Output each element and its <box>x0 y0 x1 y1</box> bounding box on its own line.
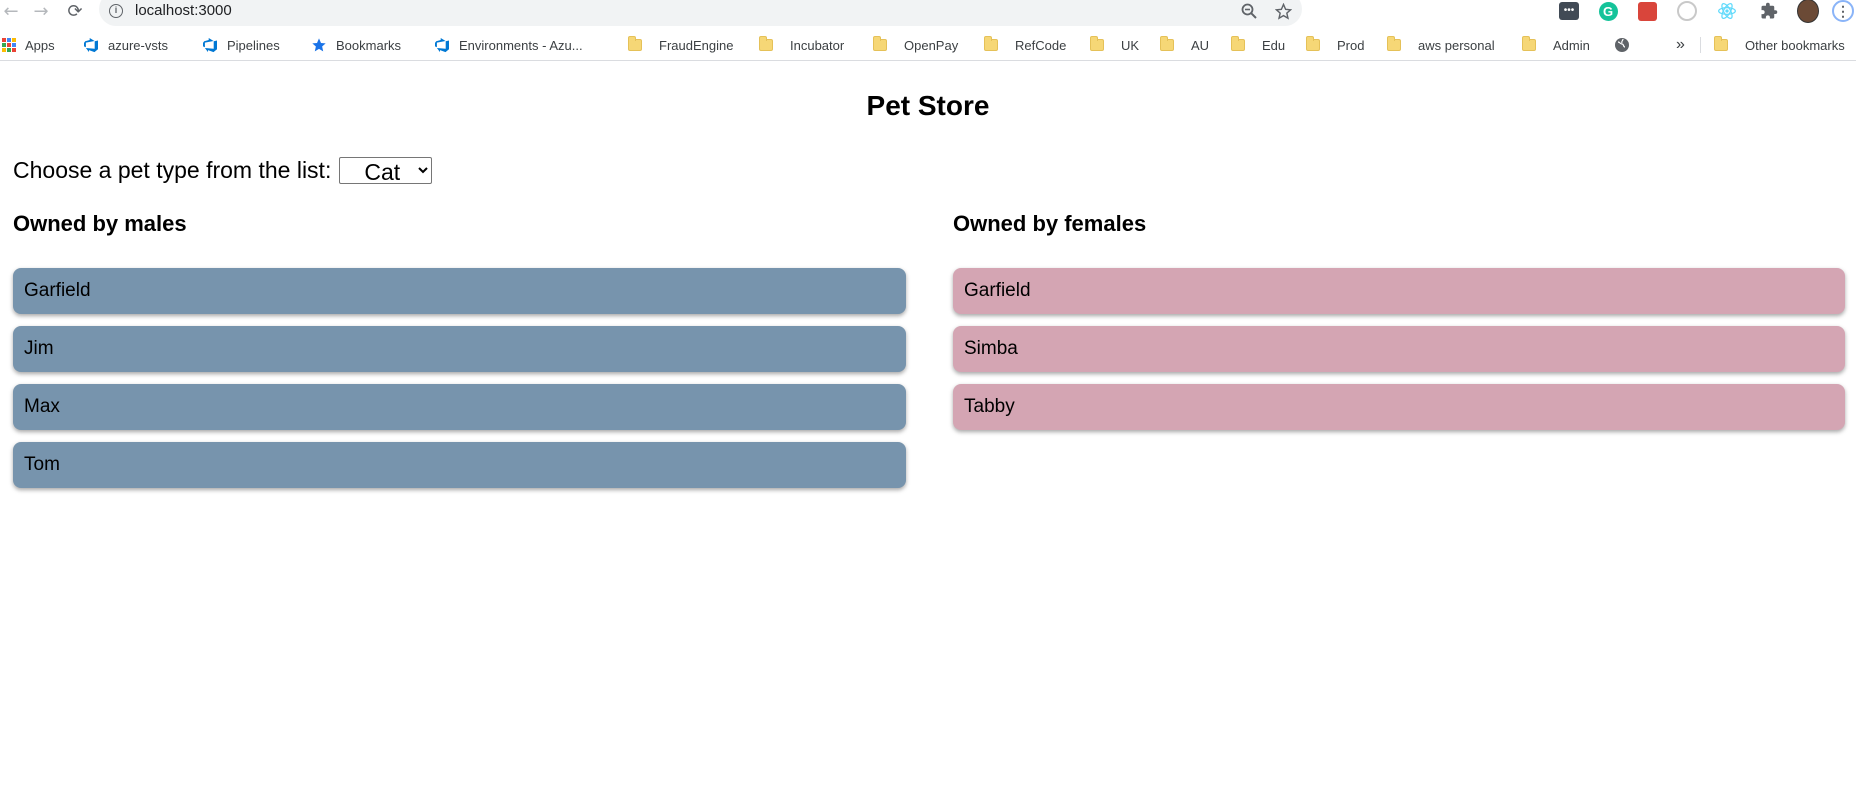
bookmark-label: OpenPay <box>904 37 959 53</box>
bookmark-other-bookmarks[interactable]: Other bookmarks <box>1714 30 1845 60</box>
folder-icon <box>1160 36 1174 51</box>
bookmark-label: AU <box>1191 37 1210 53</box>
extension-circle-icon[interactable] <box>1676 0 1698 22</box>
site-info-icon[interactable]: i <box>109 4 123 18</box>
zoom-icon[interactable] <box>1239 1 1259 21</box>
male-pet-item: Tom <box>13 442 906 488</box>
bookmark-bookmarks[interactable]: Bookmarks <box>311 30 401 60</box>
bookmark-admin[interactable]: Admin <box>1522 30 1590 60</box>
bookmark-label: UK <box>1121 37 1140 53</box>
bookmark-label: Apps <box>25 37 55 53</box>
bookmark-label: RefCode <box>1015 37 1067 53</box>
bookmark-pipelines[interactable]: Pipelines <box>202 30 280 60</box>
bookmark-label: azure-vsts <box>108 37 168 53</box>
address-bar[interactable]: i localhost:3000 <box>99 0 1302 26</box>
bookmark-label: Incubator <box>790 37 845 53</box>
folder-icon <box>1387 36 1401 51</box>
bookmark-label: Pipelines <box>227 37 280 53</box>
bookmark-edu[interactable]: Edu <box>1231 30 1285 60</box>
female-pet-item: Tabby <box>953 384 1845 430</box>
folder-icon <box>873 36 887 51</box>
back-arrow-icon[interactable]: ← <box>0 0 22 22</box>
extension-react-devtools-icon[interactable] <box>1716 0 1738 22</box>
males-heading: Owned by males <box>13 211 187 236</box>
bookmark-fraudengine[interactable]: FraudEngine <box>628 30 733 60</box>
browser-toolbar: ← → ⟳ i localhost:3000 ••• G ⋮ <box>0 0 1856 26</box>
pet-type-chooser: Choose a pet type from the list: Cat <box>13 157 433 184</box>
folder-icon <box>1522 36 1536 51</box>
females-heading: Owned by females <box>953 211 1147 236</box>
male-pet-item: Jim <box>13 326 906 372</box>
bookmark-label: Admin <box>1553 37 1590 53</box>
folder-icon <box>628 36 642 51</box>
bookmark-prod[interactable]: Prod <box>1306 30 1364 60</box>
bookmark-label: Prod <box>1337 37 1365 53</box>
extension-grammarly-icon[interactable]: G <box>1597 0 1619 22</box>
female-pet-item: Simba <box>953 326 1845 372</box>
bookmark-openpay[interactable]: OpenPay <box>873 30 958 60</box>
bookmarks-overflow-button[interactable]: » <box>1676 30 1685 60</box>
folder-icon <box>1090 36 1104 51</box>
female-pet-item: Garfield <box>953 268 1845 314</box>
azure-devops-icon <box>203 38 217 53</box>
folder-icon <box>984 36 998 51</box>
folder-icon <box>1231 36 1245 51</box>
bookmark-uk[interactable]: UK <box>1090 30 1139 60</box>
bookmark-label: Bookmarks <box>336 37 402 53</box>
bookmark-label: Environments - Azu... <box>459 37 583 53</box>
reload-icon[interactable]: ⟳ <box>64 0 86 22</box>
forward-arrow-icon[interactable]: → <box>30 0 52 22</box>
folder-icon <box>759 36 773 51</box>
menu-kebab-icon[interactable]: ⋮ <box>1832 0 1854 22</box>
extension-dashlane-icon[interactable]: ••• <box>1558 0 1580 22</box>
apps-grid-icon <box>2 38 16 52</box>
male-pet-item: Garfield <box>13 268 906 314</box>
folder-icon <box>1714 36 1728 51</box>
folder-icon <box>1306 36 1320 51</box>
bookmark-label: FraudEngine <box>659 37 734 53</box>
bookmark-refcode[interactable]: RefCode <box>984 30 1066 60</box>
azure-devops-icon <box>84 38 98 53</box>
bookmark-star-icon[interactable] <box>1273 1 1293 21</box>
azure-devops-icon <box>435 38 449 53</box>
bookmark-azure-vsts[interactable]: azure-vsts <box>83 30 168 60</box>
bookmark-globe[interactable] <box>1614 30 1630 60</box>
bookmark-label: aws personal <box>1418 37 1495 53</box>
females-pet-list: Garfield Simba Tabby <box>953 268 1845 442</box>
bookmark-incubator[interactable]: Incubator <box>759 30 844 60</box>
bookmark-aws-personal[interactable]: aws personal <box>1387 30 1495 60</box>
bookmarks-divider <box>1700 37 1701 53</box>
profile-avatar-icon[interactable] <box>1797 0 1819 23</box>
bookmarks-bar: Apps azure-vsts Pipelines Bookmarks Envi… <box>0 30 1856 61</box>
bookmark-au[interactable]: AU <box>1160 30 1209 60</box>
page-title: Pet Store <box>866 90 990 121</box>
bookmark-label: Other bookmarks <box>1745 37 1845 53</box>
extension-red-icon[interactable] <box>1636 0 1658 22</box>
extensions-puzzle-icon[interactable] <box>1758 0 1780 22</box>
globe-icon <box>1615 38 1629 52</box>
bookmark-environments[interactable]: Environments - Azu... <box>434 30 583 60</box>
star-icon <box>312 38 326 52</box>
males-pet-list: Garfield Jim Max Tom <box>13 268 906 500</box>
male-pet-item: Max <box>13 384 906 430</box>
address-url[interactable]: localhost:3000 <box>135 2 232 19</box>
bookmark-label: Edu <box>1262 37 1286 53</box>
overflow-chevron-icon: » <box>1676 36 1685 53</box>
pet-type-select[interactable]: Cat <box>339 157 433 184</box>
pet-type-label: Choose a pet type from the list: <box>13 157 332 183</box>
bookmark-apps[interactable]: Apps <box>2 30 55 60</box>
